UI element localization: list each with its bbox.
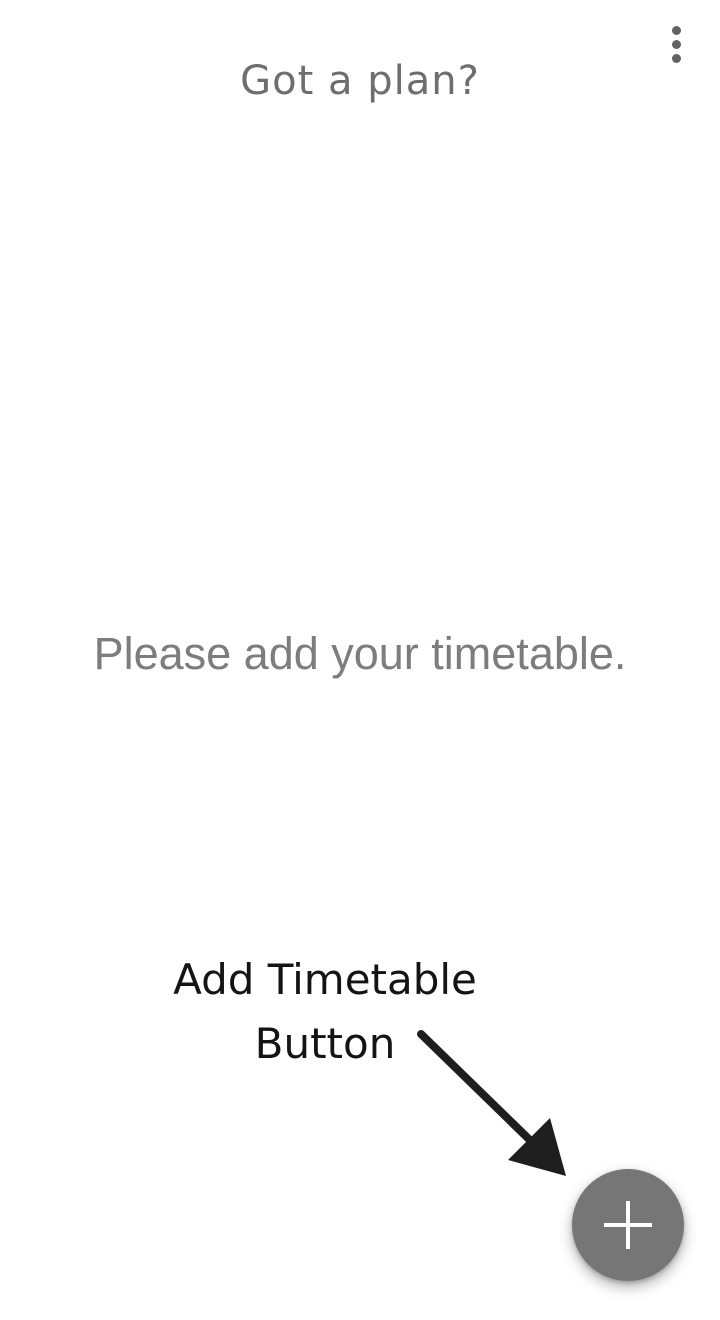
empty-state-message: Please add your timetable.	[93, 628, 627, 679]
page-title: Got a plan?	[240, 58, 480, 104]
annotation-line-2: Button	[254, 1019, 396, 1068]
menu-dot	[671, 53, 681, 63]
annotation-label: Add Timetable Button	[150, 948, 500, 1076]
annotation-line-1: Add Timetable	[173, 955, 477, 1004]
more-vert-icon[interactable]	[656, 20, 696, 68]
plus-icon	[604, 1201, 652, 1249]
add-timetable-button[interactable]	[572, 1169, 684, 1281]
menu-dot	[671, 25, 681, 35]
menu-dot	[671, 39, 681, 49]
